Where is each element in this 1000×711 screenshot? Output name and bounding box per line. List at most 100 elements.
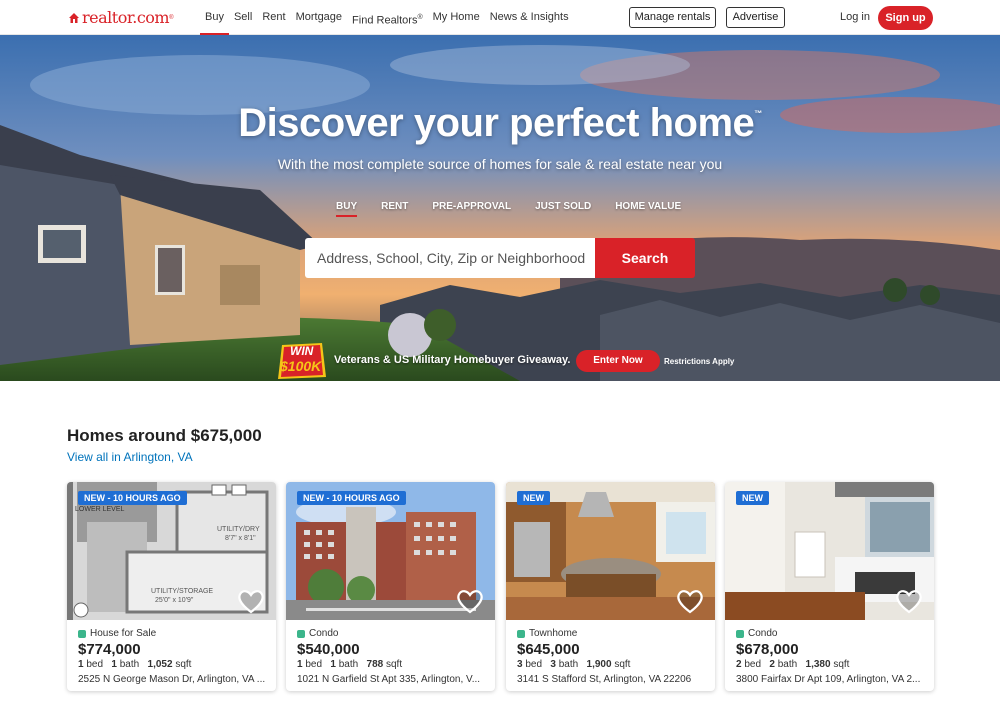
beds-label: bed <box>525 659 543 670</box>
nav-sell[interactable]: Sell <box>229 0 257 35</box>
search-input[interactable] <box>305 238 595 278</box>
sqft-count: 1,052 <box>147 659 173 670</box>
tab-pre-approval[interactable]: PRE-APPROVAL <box>432 201 511 217</box>
tab-home-value[interactable]: HOME VALUE <box>615 201 681 217</box>
hero-title: Discover your perfect home™ <box>0 101 1000 146</box>
listing-specs: 2 bed 2 bath 1,380 sqft <box>736 659 849 670</box>
heart-icon[interactable] <box>456 588 484 614</box>
status-dot <box>517 629 525 638</box>
property-type: Condo <box>297 628 338 639</box>
top-header: realtor.com ® Buy Sell Rent Mortgage Find… <box>0 0 1000 35</box>
nav-find-realtors[interactable]: Find Realtors® <box>347 0 428 35</box>
baths-count: 2 <box>769 659 775 670</box>
listing-photo[interactable]: NEW <box>725 482 934 620</box>
heart-icon[interactable] <box>237 588 265 614</box>
promo-badge-win: WIN <box>290 344 314 358</box>
view-all-link[interactable]: View all in Arlington, VA <box>67 450 193 464</box>
house-logo-icon <box>69 12 79 23</box>
property-type-label: Townhome <box>529 628 578 639</box>
listing-specs: 1 bed 1 bath 788 sqft <box>297 659 402 670</box>
listing-address[interactable]: 1021 N Garfield St Apt 335, Arlington, V… <box>297 674 487 685</box>
listing-address[interactable]: 3800 Fairfax Dr Apt 109, Arlington, VA 2… <box>736 674 926 685</box>
beds-label: bed <box>86 659 104 670</box>
promo-badge-amount: $100K <box>280 358 322 374</box>
floorplan-room-size: 25'0" x 10'9" <box>155 597 194 604</box>
sqft-count: 1,380 <box>805 659 831 670</box>
hero-title-text: Discover your perfect home <box>238 101 755 145</box>
listing-address[interactable]: 3141 S Stafford St, Arlington, VA 22206 <box>517 674 707 685</box>
sqft-label: sqft <box>614 659 631 670</box>
new-listing-badge: NEW - 10 HOURS AGO <box>297 491 406 505</box>
baths-count: 1 <box>330 659 336 670</box>
status-dot <box>736 629 744 638</box>
nav-news-insights[interactable]: News & Insights <box>485 0 574 35</box>
listings-title: Homes around $675,000 <box>67 426 262 445</box>
advertise-button[interactable]: Advertise <box>726 7 785 28</box>
property-type: Townhome <box>517 628 577 639</box>
listing-card[interactable]: NEW - 10 HOURS AGO Condo $540,000 1 bed … <box>286 482 495 691</box>
listing-photo[interactable]: NEW <box>506 482 715 620</box>
tab-rent[interactable]: RENT <box>381 201 408 217</box>
listing-card[interactable]: NEW Townhome $645,000 3 bed 3 bath 1,900… <box>506 482 715 691</box>
baths-count: 1 <box>111 659 117 670</box>
listing-price: $678,000 <box>736 641 799 658</box>
sqft-label: sqft <box>833 659 850 670</box>
listing-specs: 1 bed 1 bath 1,052 sqft <box>78 659 191 670</box>
listing-price: $645,000 <box>517 641 580 658</box>
tab-buy[interactable]: BUY <box>336 201 358 217</box>
nav-my-home[interactable]: My Home <box>428 0 485 35</box>
heart-icon[interactable] <box>676 588 704 614</box>
sqft-label: sqft <box>175 659 192 670</box>
beds-label: bed <box>305 659 323 670</box>
floorplan-room-label: UTILITY/STORAGE <box>151 588 214 595</box>
listing-card[interactable]: LOWER LEVEL UTILITY/DRY 8'7" x 8'1" UTIL… <box>67 482 276 691</box>
realtor-logo[interactable]: realtor.com ® <box>68 8 174 27</box>
beds-count: 1 <box>297 659 303 670</box>
beds-count: 1 <box>78 659 84 670</box>
property-type: Condo <box>736 628 777 639</box>
nav-find-realtors-mark: ® <box>417 14 423 21</box>
logo-registered-mark: ® <box>169 14 174 21</box>
promo-text: Veterans & US Military Homebuyer Giveawa… <box>334 354 571 366</box>
listing-price: $774,000 <box>78 641 141 658</box>
listing-photo[interactable]: NEW - 10 HOURS AGO <box>286 482 495 620</box>
restrictions-apply-link[interactable]: Restrictions Apply <box>664 357 734 366</box>
status-dot <box>297 629 305 638</box>
listing-address[interactable]: 2525 N George Mason Dr, Arlington, VA ..… <box>78 674 268 685</box>
nav-find-realtors-label: Find Realtors <box>352 14 418 27</box>
heart-icon[interactable] <box>895 588 923 614</box>
nav-buy[interactable]: Buy <box>200 0 229 35</box>
signup-button[interactable]: Sign up <box>878 6 933 30</box>
main-nav: Buy Sell Rent Mortgage Find Realtors® My… <box>200 0 574 35</box>
baths-label: bath <box>338 659 359 670</box>
baths-label: bath <box>558 659 579 670</box>
listing-price: $540,000 <box>297 641 360 658</box>
hero-title-trademark: ™ <box>754 109 762 118</box>
floorplan-room-size: 8'7" x 8'1" <box>225 535 256 542</box>
property-type-label: House for Sale <box>90 628 157 639</box>
login-link[interactable]: Log in <box>840 11 870 23</box>
sqft-count: 1,900 <box>586 659 612 670</box>
status-dot <box>78 629 86 638</box>
property-type-label: Condo <box>748 628 778 639</box>
listing-photo[interactable]: LOWER LEVEL UTILITY/DRY 8'7" x 8'1" UTIL… <box>67 482 276 620</box>
hero-banner: Discover your perfect home™ With the mos… <box>0 35 1000 381</box>
tab-just-sold[interactable]: JUST SOLD <box>535 201 591 217</box>
listing-card[interactable]: NEW Condo $678,000 2 bed 2 bath 1,380 sq… <box>725 482 934 691</box>
beds-count: 2 <box>736 659 742 670</box>
nav-mortgage[interactable]: Mortgage <box>291 0 347 35</box>
property-type: House for Sale <box>78 628 156 639</box>
nav-rent[interactable]: Rent <box>257 0 290 35</box>
hero-subtitle: With the most complete source of homes f… <box>277 156 723 172</box>
sqft-label: sqft <box>386 659 403 670</box>
search-button[interactable]: Search <box>595 238 695 278</box>
enter-now-button[interactable]: Enter Now <box>576 350 660 372</box>
property-type-label: Condo <box>309 628 339 639</box>
baths-label: bath <box>777 659 798 670</box>
manage-rentals-button[interactable]: Manage rentals <box>629 7 716 28</box>
beds-count: 3 <box>517 659 523 670</box>
baths-count: 3 <box>550 659 556 670</box>
logo-text: realtor.com <box>82 8 170 27</box>
search-tabs: BUY RENT PRE-APPROVAL JUST SOLD HOME VAL… <box>336 201 705 217</box>
sqft-count: 788 <box>366 659 384 670</box>
